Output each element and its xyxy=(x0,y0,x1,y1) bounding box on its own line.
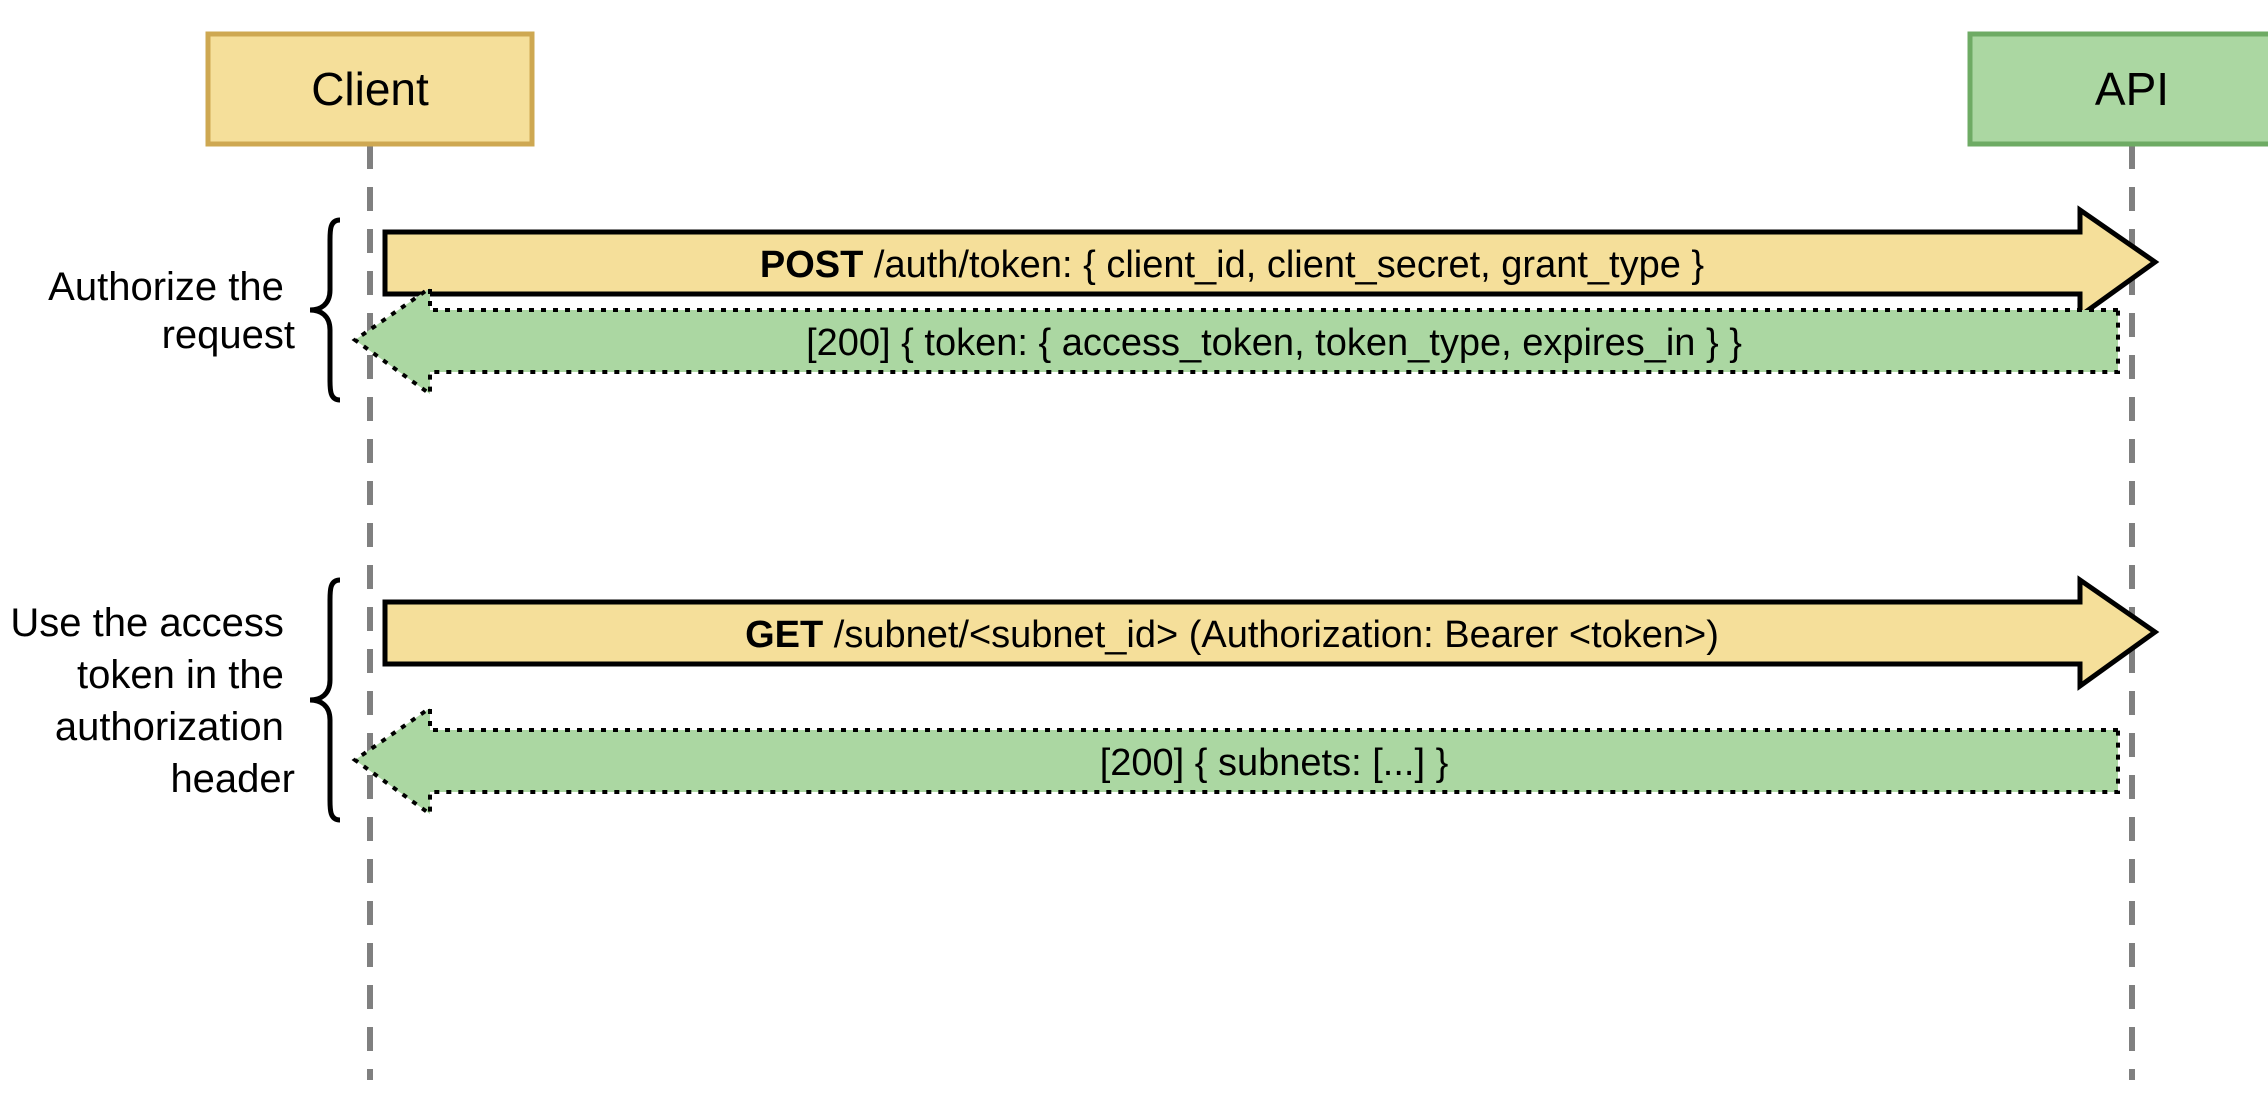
participant-api: API xyxy=(1970,34,2268,144)
brace-group-1 xyxy=(310,220,340,400)
response-1-text: [200] { token: { access_token, token_typ… xyxy=(806,322,1742,364)
participant-api-label: API xyxy=(2095,63,2169,115)
request-arrow-1: POST /auth/token: { client_id, client_se… xyxy=(385,210,2155,316)
request-2-text: GET /subnet/<subnet_id> (Authorization: … xyxy=(745,614,1719,656)
group-1-label: Authorize the request xyxy=(48,265,295,357)
response-arrow-1: [200] { token: { access_token, token_typ… xyxy=(355,288,2118,394)
participant-client: Client xyxy=(208,34,532,144)
request-arrow-2: GET /subnet/<subnet_id> (Authorization: … xyxy=(385,580,2155,686)
participant-client-label: Client xyxy=(311,63,429,115)
response-arrow-2: [200] { subnets: [...] } xyxy=(355,708,2118,814)
brace-group-2 xyxy=(310,580,340,820)
sequence-diagram: Client API Authorize the request POST /a… xyxy=(0,0,2268,1116)
group-2-label: Use the access token in the authorizatio… xyxy=(10,601,295,801)
request-1-text: POST /auth/token: { client_id, client_se… xyxy=(760,244,1704,286)
response-2-text: [200] { subnets: [...] } xyxy=(1100,742,1449,784)
